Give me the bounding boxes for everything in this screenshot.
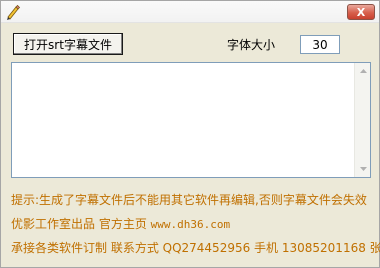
homepage-link[interactable]: www.dh36.com (151, 218, 230, 231)
subtitle-text-area (11, 62, 371, 178)
close-icon: X (356, 5, 366, 19)
tip-text: 提示:生成了字幕文件后不能用其它软件再编辑,否则字幕文件会失效 (11, 193, 367, 207)
pencil-icon (5, 4, 21, 20)
open-srt-button[interactable]: 打开srt字幕文件 (13, 33, 123, 55)
font-size-input[interactable] (300, 35, 340, 54)
scroll-down-icon[interactable] (355, 161, 371, 177)
contact-text: 承接各类软件订制 联系方式 QQ274452956 手机 13085201168… (11, 241, 380, 255)
font-size-label: 字体大小 (227, 38, 276, 52)
studio-line: 优影工作室出品 官方主页 www.dh36.com (11, 215, 230, 232)
close-button[interactable]: X (347, 4, 375, 20)
subtitle-textarea[interactable] (12, 63, 354, 177)
vertical-scrollbar[interactable] (354, 63, 370, 177)
studio-line-text: 优影工作室出品 官方主页 (11, 217, 151, 231)
title-bar[interactable]: X (1, 1, 379, 23)
scroll-up-icon[interactable] (355, 63, 371, 79)
app-window: X 打开srt字幕文件 字体大小 提示:生成了字幕文件后不能用其它软件再编辑,否… (0, 0, 380, 268)
